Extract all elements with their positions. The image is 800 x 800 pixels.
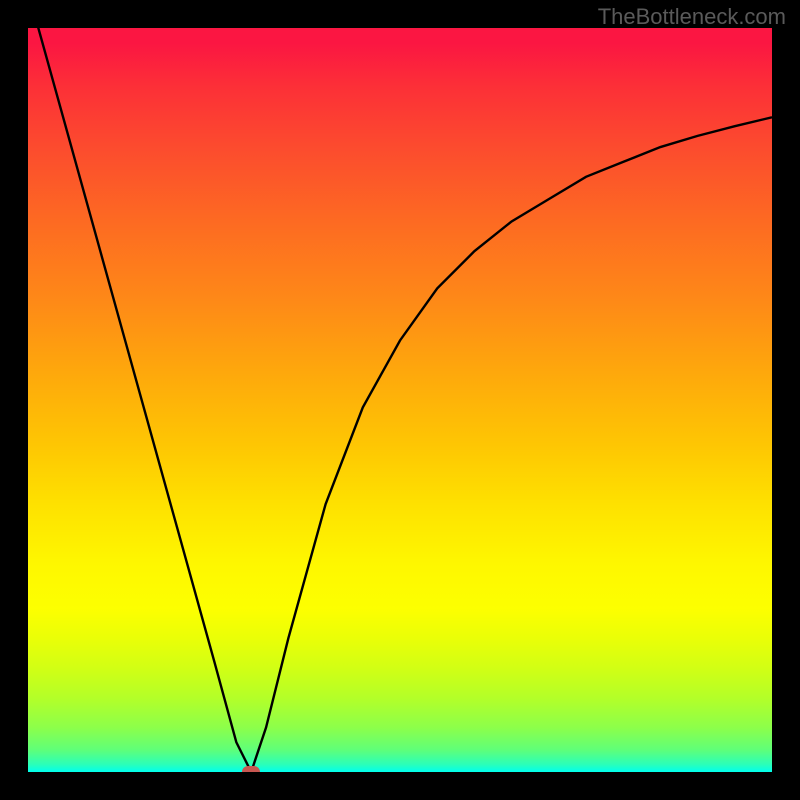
bottleneck-curve: [28, 28, 772, 772]
watermark-text: TheBottleneck.com: [598, 4, 786, 30]
plot-area: [28, 28, 772, 772]
optimal-point-marker: [242, 766, 260, 772]
